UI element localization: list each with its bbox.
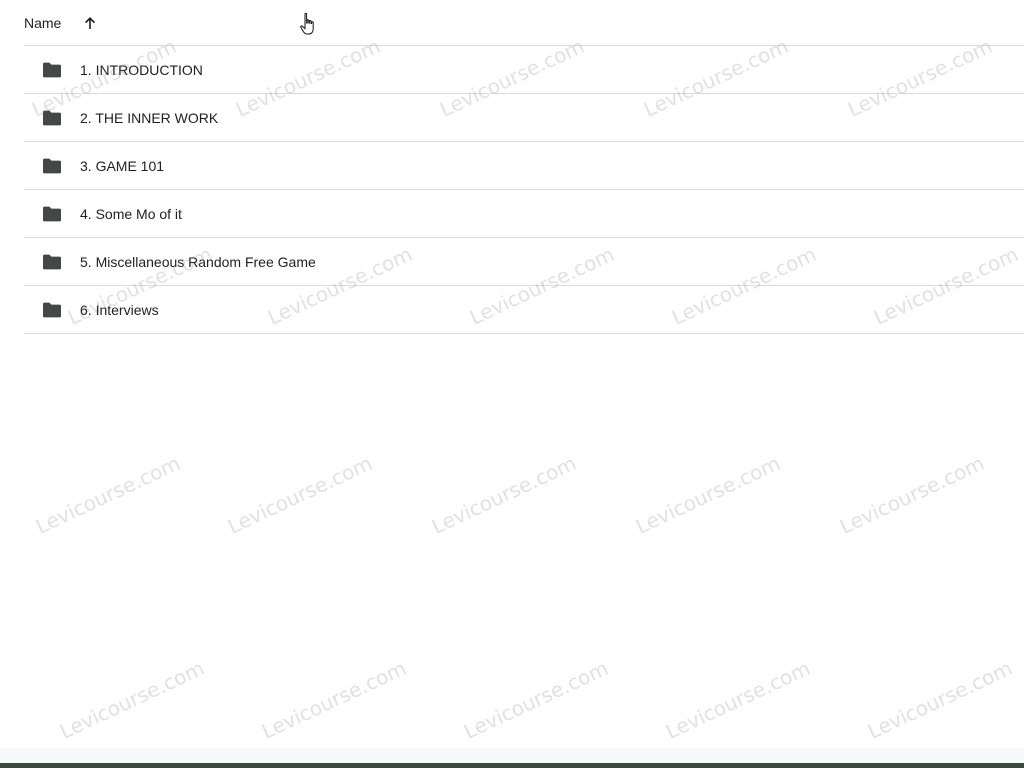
file-list: Name 1. INTRODUCTION 2. THE INNER WORK 3… xyxy=(24,0,1024,334)
watermark: Levicourse.com xyxy=(460,655,612,744)
watermark: Levicourse.com xyxy=(32,450,184,539)
arrow-up-icon[interactable] xyxy=(82,15,98,31)
folder-name: 5. Miscellaneous Random Free Game xyxy=(80,253,316,270)
folder-icon xyxy=(42,108,62,128)
folder-row[interactable]: 5. Miscellaneous Random Free Game xyxy=(24,238,1024,286)
folder-icon xyxy=(42,300,62,320)
folder-icon xyxy=(42,252,62,272)
folder-name: 1. INTRODUCTION xyxy=(80,61,203,78)
folder-icon xyxy=(42,156,62,176)
folder-row[interactable]: 2. THE INNER WORK xyxy=(24,94,1024,142)
watermark: Levicourse.com xyxy=(224,450,376,539)
file-browser-page: Name 1. INTRODUCTION 2. THE INNER WORK 3… xyxy=(0,0,1024,768)
watermark: Levicourse.com xyxy=(662,655,814,744)
folder-row[interactable]: 1. INTRODUCTION xyxy=(24,46,1024,94)
folder-icon xyxy=(42,60,62,80)
name-column-header[interactable]: Name xyxy=(24,15,98,31)
bottom-edge xyxy=(0,763,1024,768)
watermark: Levicourse.com xyxy=(632,450,784,539)
watermark: Levicourse.com xyxy=(428,450,580,539)
list-header: Name xyxy=(24,0,1024,46)
folder-row[interactable]: 4. Some Mo of it xyxy=(24,190,1024,238)
folder-name: 2. THE INNER WORK xyxy=(80,109,219,126)
folder-name: 6. Interviews xyxy=(80,301,159,318)
folder-row[interactable]: 6. Interviews xyxy=(24,286,1024,334)
folder-icon xyxy=(42,204,62,224)
name-column-label: Name xyxy=(24,14,62,31)
hand-pointer-icon xyxy=(299,12,319,38)
folder-row[interactable]: 3. GAME 101 xyxy=(24,142,1024,190)
folder-name: 4. Some Mo of it xyxy=(80,205,182,222)
watermark: Levicourse.com xyxy=(56,655,208,744)
watermark: Levicourse.com xyxy=(836,450,988,539)
watermark: Levicourse.com xyxy=(864,655,1016,744)
folder-name: 3. GAME 101 xyxy=(80,157,165,174)
watermark: Levicourse.com xyxy=(258,655,410,744)
